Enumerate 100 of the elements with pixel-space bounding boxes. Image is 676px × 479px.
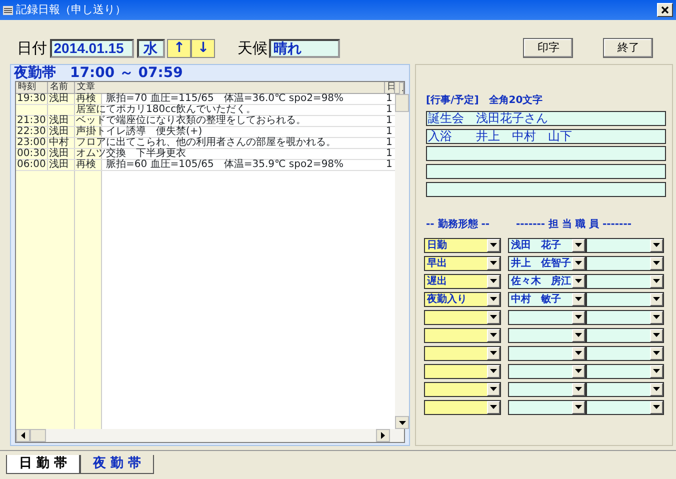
combo-box[interactable]: 夜勤入り — [424, 292, 501, 307]
combo-box[interactable] — [424, 328, 501, 343]
dropdown-button[interactable] — [487, 274, 500, 288]
vertical-scrollbar[interactable] — [395, 94, 409, 429]
caret-icon[interactable] — [653, 315, 660, 320]
caret-icon[interactable] — [575, 261, 582, 266]
previous-day-button[interactable]: ↑ — [167, 38, 192, 58]
combo-box[interactable] — [586, 310, 664, 325]
dropdown-button[interactable] — [650, 382, 663, 396]
combo-box[interactable] — [586, 328, 664, 343]
dropdown-button[interactable] — [650, 292, 663, 306]
caret-icon[interactable] — [653, 369, 660, 374]
caret-icon[interactable] — [490, 387, 497, 392]
dropdown-button[interactable] — [487, 292, 500, 306]
event-field[interactable] — [426, 182, 666, 197]
dropdown-button[interactable] — [487, 310, 500, 324]
caret-icon[interactable] — [490, 351, 497, 356]
caret-icon[interactable] — [575, 369, 582, 374]
combo-box[interactable]: 浅田 花子 — [508, 238, 586, 253]
combo-box[interactable]: 佐々木 房江 — [508, 274, 586, 289]
dropdown-button[interactable] — [487, 238, 500, 252]
combo-box[interactable] — [586, 400, 664, 415]
dropdown-button[interactable] — [487, 346, 500, 360]
tab[interactable]: 日 勤 帯 — [6, 455, 80, 474]
dropdown-button[interactable] — [572, 364, 585, 378]
combo-box[interactable] — [586, 382, 664, 397]
caret-icon[interactable] — [490, 369, 497, 374]
combo-box[interactable] — [424, 346, 501, 361]
event-field[interactable]: 入浴 井上 中村 山下 — [426, 128, 666, 144]
caret-icon[interactable] — [653, 333, 660, 338]
combo-box[interactable] — [586, 292, 664, 307]
caret-icon[interactable] — [653, 279, 660, 284]
weekday-field[interactable]: 水 — [136, 38, 164, 58]
combo-box[interactable] — [508, 400, 586, 415]
dropdown-button[interactable] — [487, 400, 500, 414]
combo-box[interactable] — [586, 256, 664, 271]
event-field[interactable]: 誕生会 浅田花子さん — [426, 110, 666, 126]
dropdown-button[interactable] — [572, 274, 585, 288]
dropdown-button[interactable] — [487, 256, 500, 270]
caret-icon[interactable] — [575, 351, 582, 356]
dropdown-button[interactable] — [650, 346, 663, 360]
left-arrow-icon[interactable] — [21, 432, 25, 439]
combo-box[interactable] — [424, 382, 501, 397]
combo-box[interactable] — [586, 346, 664, 361]
combo-box[interactable] — [586, 274, 664, 289]
caret-icon[interactable] — [653, 351, 660, 356]
date-field[interactable]: 2014.01.15 — [50, 38, 134, 58]
combo-box[interactable] — [508, 310, 586, 325]
combo-box[interactable] — [586, 238, 664, 253]
caret-icon[interactable] — [490, 279, 497, 284]
dropdown-button[interactable] — [572, 256, 585, 270]
dropdown-button[interactable] — [572, 310, 585, 324]
combo-box[interactable]: 井上 佐智子 — [508, 256, 586, 271]
combo-box[interactable]: 遅出 — [424, 274, 501, 289]
scroll-left-button[interactable] — [16, 429, 30, 442]
dropdown-button[interactable] — [650, 256, 663, 270]
caret-icon[interactable] — [490, 261, 497, 266]
combo-box[interactable]: 日勤 — [424, 238, 501, 253]
down-arrow-icon[interactable] — [398, 420, 406, 424]
close-icon[interactable] — [661, 6, 669, 14]
combo-box[interactable]: 中村 敏子 — [508, 292, 586, 307]
combo-box[interactable] — [424, 400, 501, 415]
dropdown-button[interactable] — [650, 328, 663, 342]
combo-box[interactable] — [508, 364, 586, 379]
caret-icon[interactable] — [653, 297, 660, 302]
next-day-button[interactable]: ↓ — [191, 38, 216, 58]
horizontal-scrollbar[interactable] — [16, 429, 404, 442]
caret-icon[interactable] — [653, 243, 660, 248]
dropdown-button[interactable] — [650, 400, 663, 414]
weather-field[interactable]: 晴れ — [269, 38, 340, 58]
dropdown-button[interactable] — [572, 346, 585, 360]
dropdown-button[interactable] — [650, 238, 663, 252]
caret-icon[interactable] — [653, 405, 660, 410]
caret-icon[interactable] — [575, 333, 582, 338]
caret-icon[interactable] — [575, 243, 582, 248]
print-button[interactable]: 印字 — [523, 38, 574, 58]
caret-icon[interactable] — [653, 261, 660, 266]
caret-icon[interactable] — [575, 297, 582, 302]
scroll-thumb[interactable] — [30, 429, 46, 442]
caret-icon[interactable] — [490, 405, 497, 410]
dropdown-button[interactable] — [572, 328, 585, 342]
dropdown-button[interactable] — [572, 382, 585, 396]
combo-box[interactable] — [586, 364, 664, 379]
dropdown-button[interactable] — [487, 328, 500, 342]
combo-box[interactable] — [508, 328, 586, 343]
caret-icon[interactable] — [575, 279, 582, 284]
caret-icon[interactable] — [490, 297, 497, 302]
tab[interactable]: 夜 勤 帯 — [80, 455, 154, 474]
event-field[interactable] — [426, 146, 666, 162]
caret-icon[interactable] — [653, 387, 660, 392]
dropdown-button[interactable] — [650, 274, 663, 288]
scroll-down-button[interactable] — [395, 416, 409, 429]
dropdown-button[interactable] — [487, 382, 500, 396]
caret-icon[interactable] — [575, 315, 582, 320]
combo-box[interactable]: 早出 — [424, 256, 501, 271]
combo-box[interactable] — [424, 364, 501, 379]
dropdown-button[interactable] — [650, 310, 663, 324]
combo-box[interactable] — [424, 310, 501, 325]
close-button[interactable] — [657, 3, 673, 17]
dropdown-button[interactable] — [650, 364, 663, 378]
